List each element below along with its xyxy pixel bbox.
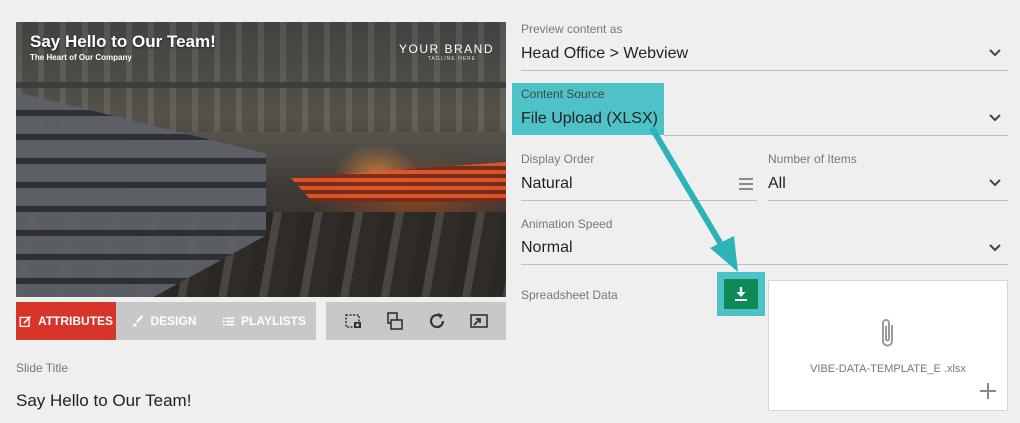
brand-tagline: TAGLINE HERE (427, 56, 476, 62)
tab-design-label: DESIGN (150, 314, 197, 328)
expand-button[interactable] (468, 310, 490, 332)
chevron-down-icon[interactable] (988, 178, 1002, 188)
preview-hot-steel (291, 162, 506, 202)
chevron-down-icon[interactable] (988, 113, 1002, 123)
file-drop-zone[interactable]: VIBE-DATA-TEMPLATE_E .xlsx (768, 280, 1008, 411)
animation-speed-select[interactable]: Normal (521, 239, 573, 257)
display-order-label: Display Order (521, 152, 595, 166)
number-of-items-underline (768, 200, 1008, 201)
paperclip-icon (882, 319, 893, 347)
number-of-items-label: Number of Items (768, 152, 857, 166)
menu-icon[interactable] (739, 178, 753, 190)
list-icon (222, 316, 235, 326)
crop-button[interactable] (342, 310, 364, 332)
tab-design[interactable]: DESIGN (116, 302, 212, 340)
add-file-icon[interactable] (979, 382, 997, 400)
content-source-label: Content Source (521, 87, 605, 101)
tab-playlists[interactable]: PLAYLISTS (212, 302, 316, 340)
animation-speed-underline (521, 264, 1008, 265)
layers-icon (387, 312, 403, 330)
preview-beam (16, 82, 506, 88)
preview-slide-title: Say Hello to Our Team! (30, 32, 216, 51)
spreadsheet-label: Spreadsheet Data (521, 288, 618, 302)
preview-as-underline (521, 70, 1008, 71)
expand-icon (470, 314, 488, 328)
layers-button[interactable] (384, 310, 406, 332)
tab-playlists-label: PLAYLISTS (241, 314, 306, 328)
display-order-select[interactable]: Natural (521, 175, 573, 193)
slide-preview: Say Hello to Our Team! The Heart of Our … (16, 22, 506, 297)
download-icon (735, 287, 747, 301)
brand-logo: YOUR BRAND (398, 42, 494, 56)
preview-as-label: Preview content as (521, 22, 623, 36)
refresh-icon (429, 313, 445, 329)
preview-slide-subtitle: The Heart of Our Company (30, 53, 132, 62)
download-template-button[interactable] (724, 279, 758, 309)
preview-as-select[interactable]: Head Office > Webview (521, 45, 688, 63)
slide-title-input[interactable]: Say Hello to Our Team! (16, 391, 191, 411)
content-source-select[interactable]: File Upload (XLSX) (521, 110, 658, 128)
editor-tabs: ATTRIBUTES DESIGN PLAYLISTS (16, 302, 316, 340)
crop-camera-icon (345, 314, 361, 328)
number-of-items-select[interactable]: All (768, 175, 786, 193)
display-order-underline (521, 200, 757, 201)
slide-title-label: Slide Title (16, 361, 69, 375)
preview-toolbar (326, 302, 506, 340)
tab-attributes[interactable]: ATTRIBUTES (16, 302, 116, 340)
content-source-underline (664, 135, 1008, 136)
animation-speed-label: Animation Speed (521, 217, 613, 231)
uploaded-filename: VIBE-DATA-TEMPLATE_E .xlsx (810, 363, 966, 375)
chevron-down-icon[interactable] (988, 48, 1002, 58)
edit-icon (19, 315, 31, 327)
tab-attributes-label: ATTRIBUTES (37, 314, 114, 328)
chevron-down-icon[interactable] (988, 243, 1002, 253)
brush-icon (133, 314, 144, 327)
refresh-button[interactable] (426, 310, 448, 332)
